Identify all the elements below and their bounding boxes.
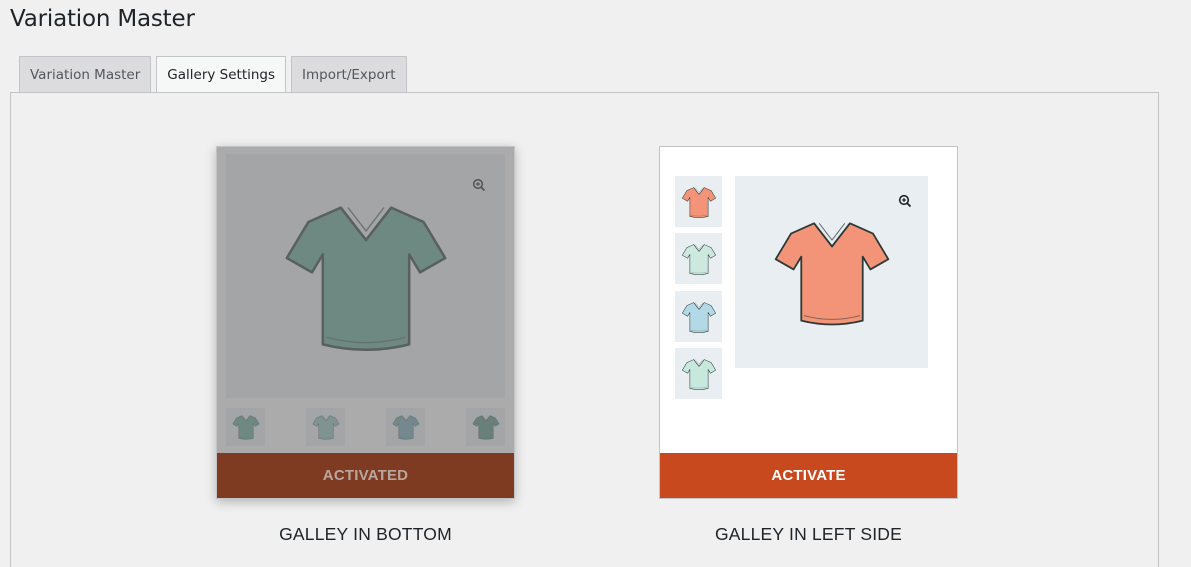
activated-overlay	[217, 147, 514, 454]
gallery-left-caption: GALLEY IN LEFT SIDE	[715, 524, 902, 544]
thumbnail[interactable]	[675, 176, 722, 227]
tshirt-icon	[681, 358, 716, 390]
tshirt-icon	[681, 243, 716, 275]
gallery-bottom-card[interactable]: ACTIVATED	[216, 146, 515, 499]
gallery-left-card[interactable]: ACTIVATE	[659, 146, 958, 499]
page-title: Variation Master	[10, 6, 195, 32]
zoom-in-icon[interactable]	[893, 189, 917, 213]
tshirt-icon	[681, 186, 716, 218]
tab-bar: Variation Master Gallery Settings Import…	[19, 56, 407, 93]
thumbnail[interactable]	[675, 348, 722, 399]
tab-gallery-settings[interactable]: Gallery Settings	[156, 56, 287, 93]
tab-variation-master[interactable]: Variation Master	[19, 56, 152, 92]
thumbnail[interactable]	[675, 291, 722, 342]
activated-button[interactable]: ACTIVATED	[217, 453, 514, 498]
activate-button[interactable]: ACTIVATE	[660, 453, 957, 498]
thumbnail[interactable]	[675, 233, 722, 284]
tshirt-icon	[681, 301, 716, 333]
settings-panel	[10, 92, 1159, 567]
gallery-bottom-caption: GALLEY IN BOTTOM	[279, 524, 452, 544]
tab-import-export[interactable]: Import/Export	[291, 56, 407, 92]
tshirt-icon	[774, 222, 889, 326]
product-main-image	[735, 176, 928, 368]
